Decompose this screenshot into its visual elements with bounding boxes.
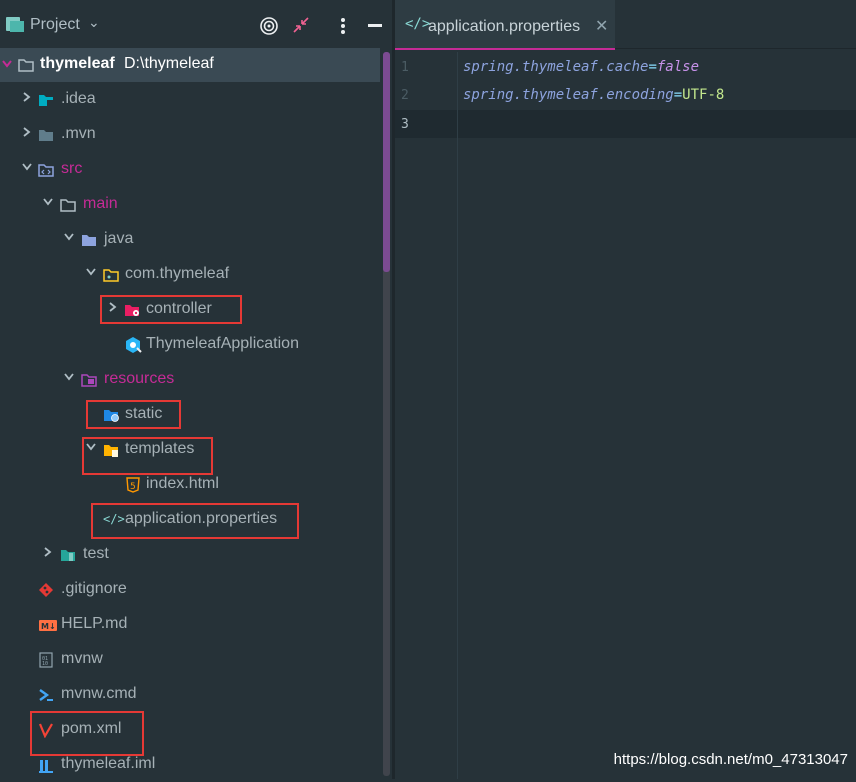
tree-label: java: [104, 230, 134, 247]
tree-label: index.html: [146, 475, 219, 492]
tree-label: ThymeleafApplication: [146, 335, 299, 352]
tree-label: com.thymeleaf: [125, 265, 230, 282]
tree-row-test[interactable]: test: [0, 538, 380, 572]
chevron-down-icon[interactable]: [86, 267, 96, 277]
tree-row-resources[interactable]: resources: [0, 363, 380, 397]
chevron-down-icon[interactable]: ⌄: [88, 14, 100, 31]
tree-row-gitignore[interactable]: .gitignore: [0, 573, 380, 607]
git-icon: [39, 583, 53, 597]
properties-file-icon: </>: [405, 16, 431, 32]
tree-label: mvnw.cmd: [61, 685, 137, 702]
project-panel: Project ⌄ thymeleaf D:\thymeleaf .idea .…: [0, 0, 392, 779]
project-toolbar: Project ⌄: [0, 0, 392, 48]
gutter-divider: [457, 52, 458, 779]
close-icon[interactable]: ✕: [595, 16, 608, 36]
tree-label: HELP.md: [61, 615, 128, 632]
tree-row-mvnw-cmd[interactable]: mvnw.cmd: [0, 678, 380, 712]
minimize-icon[interactable]: [368, 24, 382, 27]
tree-label: .gitignore: [61, 580, 127, 597]
property-value: UTF-8: [682, 87, 725, 103]
project-scrollbar[interactable]: [383, 52, 390, 776]
svg-text:5: 5: [130, 482, 136, 492]
tree-row-java[interactable]: java: [0, 223, 380, 257]
highlight-box-static: [86, 400, 181, 429]
chevron-down-icon[interactable]: [43, 197, 53, 207]
code-line[interactable]: spring.thymeleaf.cache=false: [463, 59, 699, 75]
watermark: https://blog.csdn.net/m0_47313047: [613, 751, 848, 768]
editor-panel: </> application.properties ✕ 1 2 3 sprin…: [395, 0, 856, 779]
chevron-down-icon[interactable]: [64, 232, 74, 242]
test-folder-icon: [61, 550, 75, 561]
highlight-box-pom: [30, 711, 144, 756]
idea-folder-icon: [39, 95, 53, 106]
html5-icon: 5: [126, 477, 140, 493]
current-line-highlight: [395, 110, 856, 138]
tree-row-src[interactable]: src: [0, 153, 380, 187]
java-folder-icon: [82, 235, 96, 246]
property-value: false: [656, 59, 700, 75]
tree-label: main: [83, 195, 118, 212]
binary-file-icon: 0110: [39, 652, 53, 668]
tree-row-static[interactable]: static: [0, 398, 380, 432]
tree-row-help[interactable]: M↓ HELP.md: [0, 608, 380, 642]
tree-label: .mvn: [61, 125, 96, 142]
property-key: spring.thymeleaf.cache: [463, 59, 649, 75]
tree-label: test: [83, 545, 109, 562]
tree-label: thymeleaf.iml: [61, 755, 156, 772]
markdown-icon: M↓: [39, 620, 57, 631]
tree-row-idea[interactable]: .idea: [0, 83, 380, 117]
module-folder-icon: [18, 59, 34, 72]
project-title[interactable]: Project: [30, 16, 80, 34]
project-view-icon: [6, 17, 24, 32]
chevron-down-icon[interactable]: [2, 59, 12, 69]
folder-outline-icon: [60, 199, 76, 212]
highlight-box-app-props: [91, 503, 299, 539]
tree-label: resources: [104, 370, 175, 387]
spring-boot-class-icon: [126, 337, 142, 353]
chevron-right-icon[interactable]: [22, 92, 32, 102]
more-options-icon[interactable]: [340, 17, 346, 35]
line-number: 3: [401, 117, 409, 132]
tab-label: application.properties: [428, 18, 581, 35]
tree-row-main[interactable]: main: [0, 188, 380, 222]
root-name: thymeleaf: [40, 55, 115, 72]
locate-file-icon[interactable]: [260, 17, 278, 35]
tab-application-properties[interactable]: </> application.properties ✕: [395, 0, 615, 50]
equals-sign: =: [673, 87, 683, 103]
property-key: spring.thymeleaf.encoding: [463, 87, 674, 103]
source-folder-icon: [38, 164, 54, 177]
code-line[interactable]: spring.thymeleaf.encoding=UTF-8: [463, 87, 724, 103]
equals-sign: =: [648, 59, 657, 75]
tree-row-app-class[interactable]: ThymeleafApplication: [0, 328, 380, 362]
tree-label: mvnw: [61, 650, 103, 667]
package-icon: [103, 269, 119, 282]
resources-folder-icon: [81, 374, 97, 387]
svg-text:M↓: M↓: [41, 622, 56, 631]
chevron-down-icon[interactable]: [22, 162, 32, 172]
collapse-all-icon[interactable]: [293, 17, 309, 33]
tree-label: src: [61, 160, 83, 177]
tree-row-root[interactable]: thymeleaf D:\thymeleaf: [0, 48, 380, 82]
highlight-box-templates: [82, 437, 213, 475]
console-icon: [39, 689, 53, 701]
chevron-right-icon[interactable]: [43, 547, 53, 557]
tree-row-package[interactable]: com.thymeleaf: [0, 258, 380, 292]
chevron-right-icon[interactable]: [22, 127, 32, 137]
root-path: D:\thymeleaf: [124, 55, 214, 72]
folder-icon: [39, 130, 53, 141]
highlight-box-controller: [100, 295, 242, 324]
tree-row-mvn[interactable]: .mvn: [0, 118, 380, 152]
svg-text:10: 10: [42, 661, 48, 667]
line-number: 1: [401, 60, 409, 75]
chevron-down-icon[interactable]: [64, 372, 74, 382]
tree-label: .idea: [61, 90, 96, 107]
line-number: 2: [401, 88, 409, 103]
editor-tabbar: </> application.properties ✕: [395, 0, 856, 50]
intellij-module-icon: [39, 760, 53, 773]
tree-row-mvnw[interactable]: 01 10 mvnw: [0, 643, 380, 677]
